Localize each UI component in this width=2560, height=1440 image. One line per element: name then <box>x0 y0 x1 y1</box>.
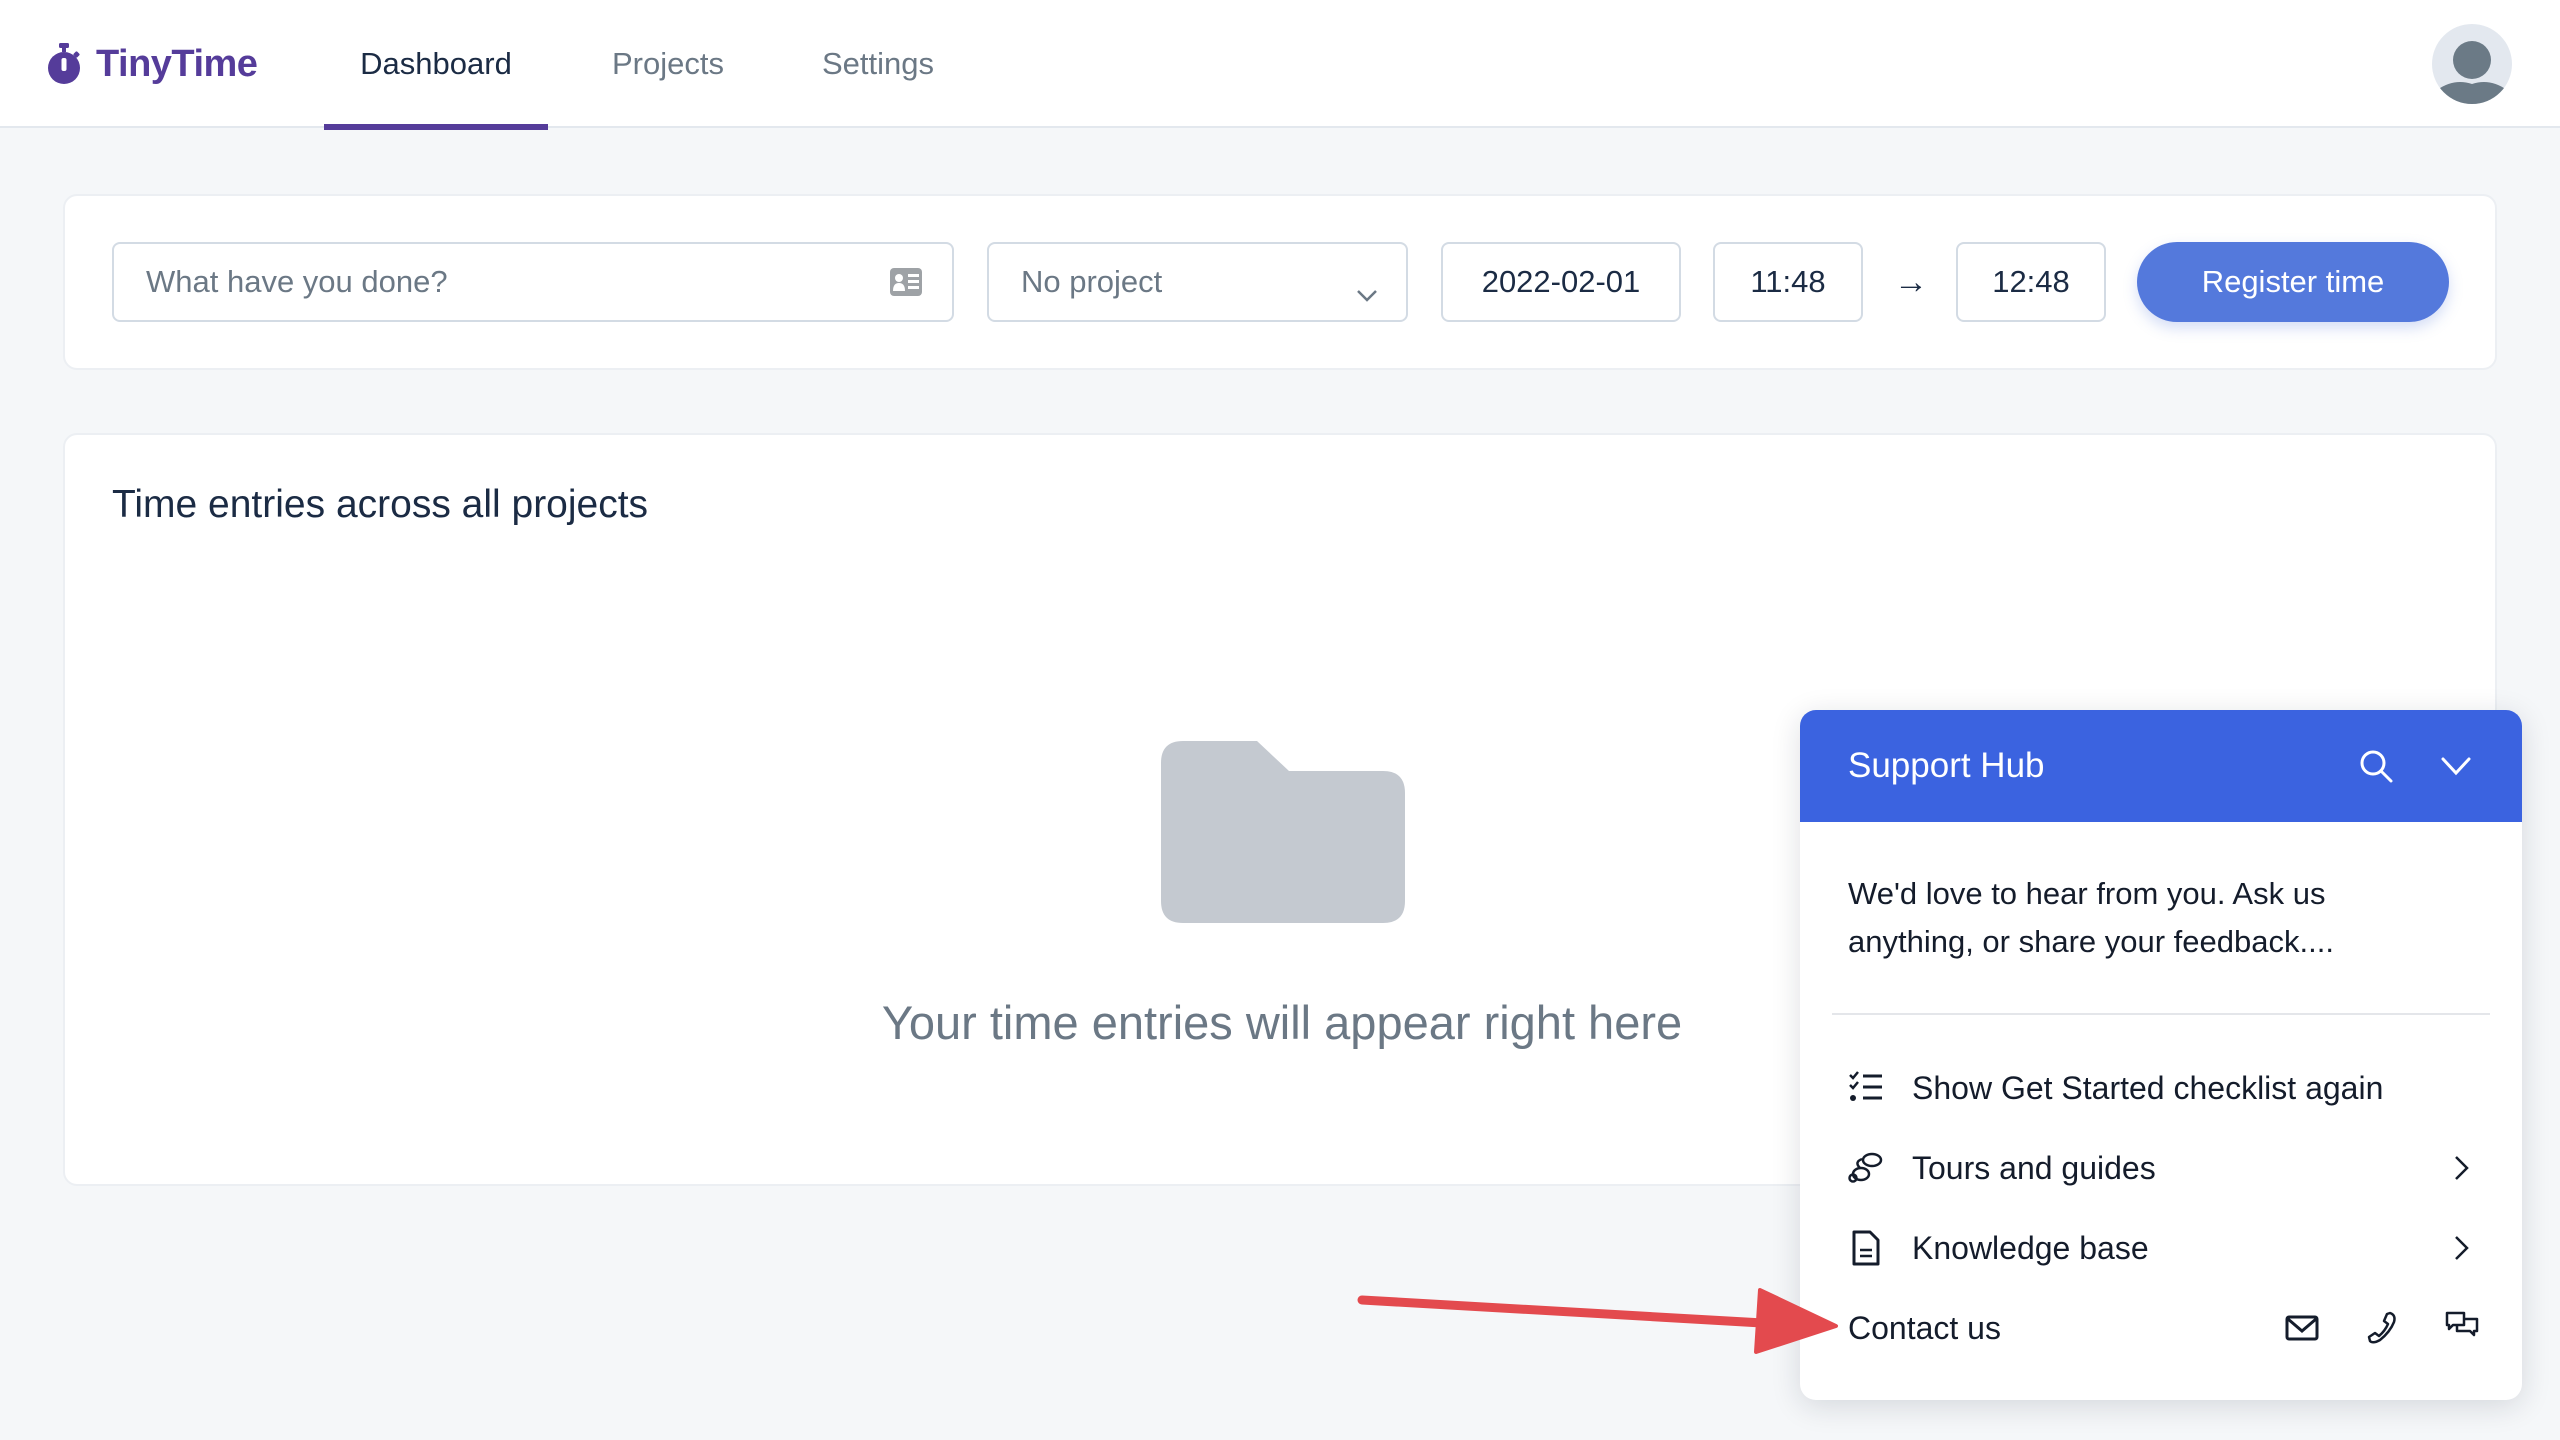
chevron-right-icon <box>2448 1153 2474 1183</box>
divider <box>1832 1013 2490 1015</box>
menu-item-label: Show Get Started checklist again <box>1912 1069 2384 1106</box>
section-title: Time entries across all projects <box>112 483 649 526</box>
menu-item-label: Tours and guides <box>1912 1149 2156 1186</box>
date-field[interactable]: 2022-02-01 <box>1441 242 1681 322</box>
chevron-down-icon <box>1356 275 1378 302</box>
support-hub-header: Support Hub <box>1800 710 2522 822</box>
app-logo[interactable]: TinyTime <box>46 38 258 90</box>
collapse-chevron-icon[interactable] <box>2438 748 2474 784</box>
chat-icon[interactable] <box>2444 1310 2480 1346</box>
folder-icon <box>1161 741 1405 923</box>
arrow-right-icon: → <box>1894 262 1928 301</box>
description-input[interactable] <box>146 264 890 300</box>
register-time-button[interactable]: Register time <box>2137 242 2449 322</box>
checklist-icon <box>1848 1070 1884 1106</box>
end-time-value: 12:48 <box>1992 264 2070 299</box>
app-name: TinyTime <box>96 42 258 85</box>
tab-settings[interactable]: Settings <box>800 0 956 128</box>
chevron-right-icon <box>2448 1233 2474 1263</box>
top-navigation-bar: TinyTime Dashboard Projects Settings <box>0 0 2560 130</box>
menu-item-contact-us[interactable]: Contact us <box>1848 1296 2479 1360</box>
time-entry-form: No project 2022-02-01 11:48 → 12:48 Regi… <box>63 194 2497 370</box>
mail-icon[interactable] <box>2284 1310 2320 1346</box>
footsteps-icon <box>1848 1150 1884 1186</box>
support-hub-title: Support Hub <box>1848 746 2045 785</box>
description-field[interactable] <box>112 242 954 322</box>
stopwatch-icon <box>48 43 80 84</box>
tab-projects[interactable]: Projects <box>588 0 748 128</box>
project-select-value: No project <box>1021 264 1163 299</box>
user-avatar-button[interactable] <box>2432 24 2512 104</box>
document-icon <box>1848 1230 1884 1266</box>
tab-dashboard[interactable]: Dashboard <box>324 0 548 130</box>
phone-icon[interactable] <box>2364 1310 2400 1346</box>
support-hub-panel: Support Hub We'd love to hear from you. … <box>1800 710 2522 1400</box>
user-avatar-icon <box>2437 41 2507 104</box>
contact-actions <box>2284 1310 2480 1346</box>
date-value: 2022-02-01 <box>1481 264 1641 299</box>
start-time-value: 11:48 <box>1750 264 1826 299</box>
menu-item-knowledge-base[interactable]: Knowledge base <box>1848 1216 2474 1280</box>
end-time-field[interactable]: 12:48 <box>1956 242 2106 322</box>
start-time-field[interactable]: 11:48 <box>1713 242 1863 322</box>
menu-item-get-started-checklist[interactable]: Show Get Started checklist again <box>1848 1056 2474 1120</box>
contact-card-icon[interactable] <box>890 268 922 296</box>
menu-item-tours-and-guides[interactable]: Tours and guides <box>1848 1136 2474 1200</box>
search-icon[interactable] <box>2358 748 2394 784</box>
menu-item-label: Contact us <box>1848 1309 2001 1346</box>
support-hub-message: We'd love to hear from you. Ask us anyth… <box>1848 876 2334 959</box>
annotation-arrow <box>1357 1288 1838 1354</box>
menu-item-label: Knowledge base <box>1912 1229 2149 1266</box>
project-select[interactable]: No project <box>987 242 1408 322</box>
